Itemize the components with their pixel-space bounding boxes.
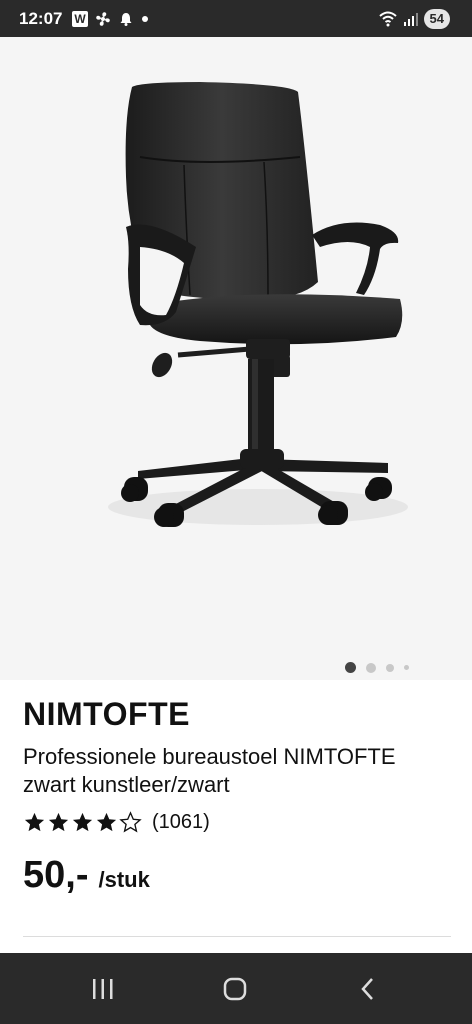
product-price: 50,- /stuk bbox=[23, 854, 150, 897]
notification-icons: W bbox=[72, 10, 150, 28]
price-unit: /stuk bbox=[98, 867, 150, 892]
review-count[interactable]: (1061) bbox=[152, 811, 210, 834]
back-button[interactable] bbox=[348, 973, 388, 1005]
product-rating[interactable]: (1061) bbox=[23, 811, 210, 834]
gallery-pagination[interactable] bbox=[345, 662, 409, 673]
product-image[interactable] bbox=[0, 37, 472, 680]
battery-indicator: 54 bbox=[423, 9, 450, 29]
system-navigation-bar bbox=[0, 953, 472, 1024]
divider bbox=[23, 936, 451, 937]
product-description: Professionele bureaustoel NIMTOFTE zwart… bbox=[23, 744, 396, 797]
star-filled-icon bbox=[72, 812, 93, 832]
status-bar: 12:07 W 54 bbox=[0, 0, 472, 37]
product-image-gallery[interactable] bbox=[0, 37, 472, 680]
pagination-dot[interactable] bbox=[366, 662, 376, 673]
star-filled-icon bbox=[24, 812, 45, 832]
fan-icon bbox=[96, 12, 110, 26]
star-filled-icon bbox=[96, 812, 117, 832]
star-empty-icon bbox=[119, 811, 142, 833]
price-value: 50,- bbox=[23, 854, 89, 896]
signal-icon bbox=[403, 13, 418, 26]
status-time: 12:07 bbox=[19, 9, 63, 28]
recent-apps-button[interactable] bbox=[83, 973, 123, 1005]
star-filled-icon bbox=[48, 812, 69, 832]
rating-stars bbox=[23, 811, 142, 834]
system-icons: 54 bbox=[378, 9, 450, 29]
pagination-dot-active[interactable] bbox=[345, 662, 356, 673]
wifi-icon bbox=[378, 11, 397, 27]
product-name: NIMTOFTE bbox=[23, 696, 190, 732]
recent-apps-icon bbox=[93, 979, 113, 999]
home-button[interactable] bbox=[215, 973, 255, 1005]
pagination-dot[interactable] bbox=[404, 665, 409, 670]
bell-icon bbox=[120, 13, 132, 26]
more-notifications-dot-icon bbox=[142, 16, 148, 22]
back-icon bbox=[361, 978, 373, 1000]
pagination-dot[interactable] bbox=[386, 663, 394, 672]
app-notification-icon: W bbox=[72, 11, 88, 27]
home-icon bbox=[223, 977, 247, 1001]
